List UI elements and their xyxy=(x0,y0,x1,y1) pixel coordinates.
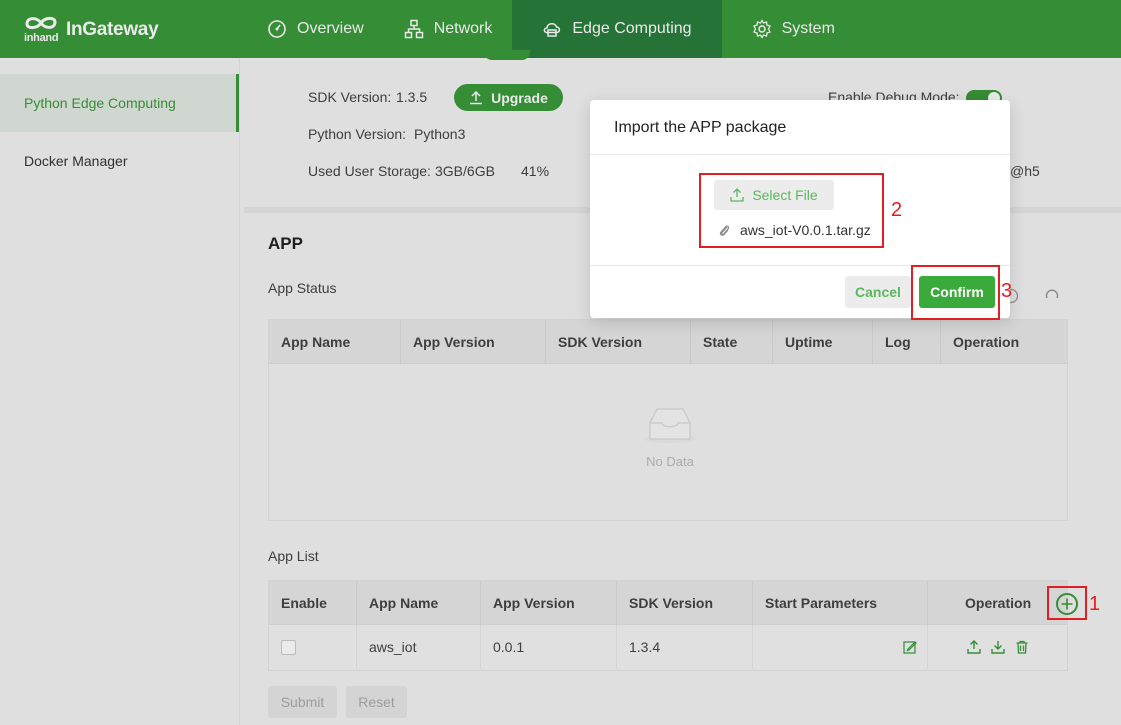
annotation-number-1: 1 xyxy=(1089,593,1101,615)
annotation-number-2: 2 xyxy=(891,199,903,221)
annotation-number-3: 3 xyxy=(1001,280,1013,302)
annotation-box-1 xyxy=(1047,586,1087,620)
annotation-box-2 xyxy=(699,173,884,248)
dialog-title: Import the APP package xyxy=(614,119,787,136)
dialog-header-divider xyxy=(590,154,1010,155)
cancel-button[interactable]: Cancel xyxy=(845,276,911,308)
annotation-box-3 xyxy=(911,265,1000,320)
